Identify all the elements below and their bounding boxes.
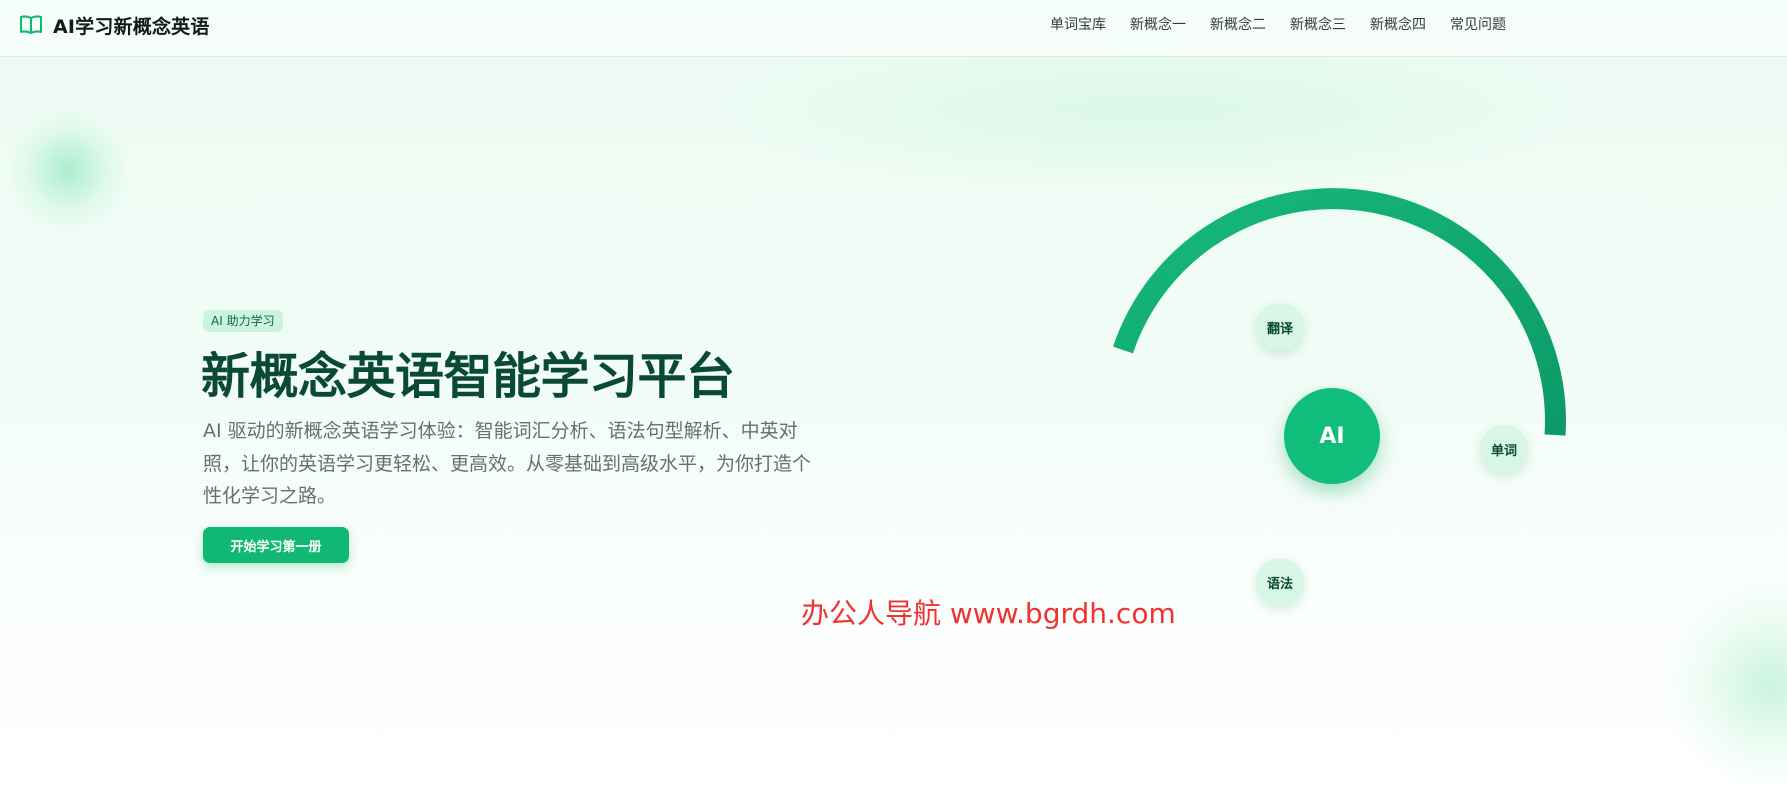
- page: AI学习新概念英语 单词宝库 新概念一 新概念二 新概念三 新概念四 常见问题 …: [0, 0, 1787, 801]
- node-grammar: 语法: [1256, 558, 1304, 606]
- ai-core-circle: AI: [1284, 388, 1380, 484]
- node-translate: 翻译: [1256, 303, 1304, 351]
- watermark-text: 办公人导航 www.bgrdh.com: [801, 597, 1176, 630]
- node-word: 单词: [1480, 425, 1528, 473]
- progress-arc: [1113, 188, 1566, 436]
